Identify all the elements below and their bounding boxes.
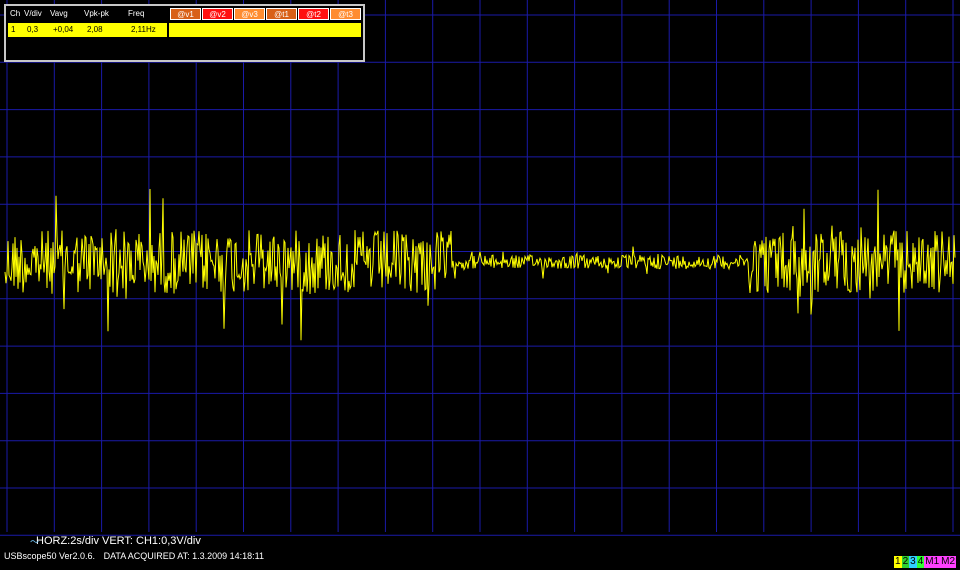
row-separator xyxy=(167,23,169,37)
measurement-header: Ch V/div Vavg Vpk-pk Freq @v1 @v2 @v3 @t… xyxy=(8,8,361,20)
row-vdiv: 0,3 xyxy=(27,25,39,34)
marker-t3-button[interactable]: @t3 xyxy=(330,8,361,20)
measurement-row-ch1[interactable]: 1 0,3 +0,04 2,08 2,11Hz xyxy=(8,23,361,37)
channel-4-toggle[interactable]: 4 xyxy=(916,556,925,568)
marker-v3-button[interactable]: @v3 xyxy=(234,8,265,20)
row-freq: 2,11Hz xyxy=(131,25,156,34)
measurement-panel: Ch V/div Vavg Vpk-pk Freq @v1 @v2 @v3 @t… xyxy=(4,4,365,62)
version-text: USBscope50 Ver2.0.6. xyxy=(4,551,96,561)
row-vavg: +0,04 xyxy=(53,25,74,34)
row-ch: 1 xyxy=(11,25,16,34)
math-2-toggle[interactable]: M2 xyxy=(940,556,957,568)
header-vpkpk: Vpk-pk xyxy=(82,8,126,20)
marker-t2-button[interactable]: @t2 xyxy=(298,8,329,20)
oscilloscope-display[interactable] xyxy=(0,0,960,570)
acquired-text: DATA ACQUIRED AT: 1.3.2009 14:18:11 xyxy=(103,551,264,561)
scale-status-text: HORZ:2s/div VERT: CH1:0,3V/div xyxy=(36,535,201,547)
acquisition-status: USBscope50 Ver2.0.6. DATA ACQUIRED AT: 1… xyxy=(4,551,270,561)
wave-indicator-icon: 〜 xyxy=(30,537,40,547)
marker-t1-button[interactable]: @t1 xyxy=(266,8,297,20)
channel-2-toggle[interactable]: 2 xyxy=(901,556,910,568)
header-vavg: Vavg xyxy=(48,8,82,20)
channel-3-toggle[interactable]: 3 xyxy=(909,556,917,568)
math-1-toggle[interactable]: M1 xyxy=(924,556,941,568)
channel-selector: 1 2 3 4 M1 M2 xyxy=(894,556,957,568)
header-vdiv: V/div xyxy=(22,8,48,20)
header-ch: Ch xyxy=(8,8,22,20)
scale-status: 〜 HORZ:2s/div VERT: CH1:0,3V/div xyxy=(30,535,201,547)
marker-v1-button[interactable]: @v1 xyxy=(170,8,201,20)
marker-v2-button[interactable]: @v2 xyxy=(202,8,233,20)
channel-1-toggle[interactable]: 1 xyxy=(894,556,902,568)
header-freq: Freq xyxy=(126,8,169,20)
row-vpkpk: 2,08 xyxy=(87,25,103,34)
